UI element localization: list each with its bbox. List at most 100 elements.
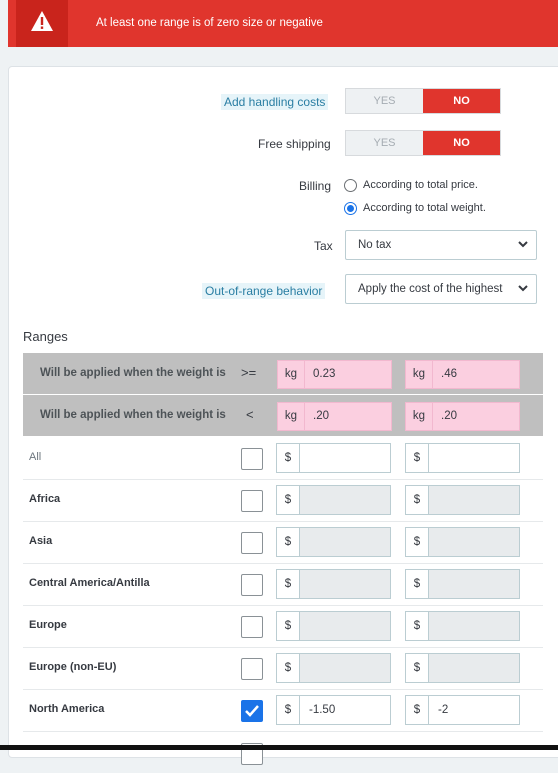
zone-price-input-2[interactable]: $	[405, 653, 520, 683]
zone-row-africa: Africa $ $	[23, 479, 543, 522]
billing-total-price-radio[interactable]	[344, 179, 357, 192]
currency-symbol: $	[406, 444, 429, 472]
currency-symbol: $	[277, 696, 300, 724]
price-value: -2	[438, 704, 449, 716]
zone-row-asia: Asia $ $	[23, 521, 543, 564]
billing-total-price-label[interactable]: According to total price.	[363, 179, 478, 191]
currency-symbol: $	[277, 528, 300, 556]
free-shipping-no-option[interactable]: NO	[423, 131, 500, 155]
chevron-down-icon	[518, 241, 528, 248]
zone-checkbox[interactable]	[241, 658, 263, 680]
range-ge-value-1: 0.23	[313, 368, 336, 380]
out-of-range-select[interactable]: Apply the cost of the highest	[345, 274, 537, 304]
price-field[interactable]	[300, 612, 390, 640]
price-field[interactable]	[429, 612, 519, 640]
range-lt-input-2[interactable]: kg .20	[405, 402, 520, 431]
error-alert: At least one range is of zero size or ne…	[8, 0, 558, 47]
zone-row-partial	[23, 731, 543, 773]
range-lt-value-2: .20	[441, 410, 457, 422]
zone-price-input-2[interactable]: $ -2	[405, 695, 520, 725]
range-ge-row: Will be applied when the weight is >= kg…	[23, 353, 543, 394]
price-field[interactable]	[300, 444, 390, 472]
currency-symbol: $	[277, 444, 300, 472]
range-ge-value-2: .46	[441, 368, 457, 380]
zone-price-input-1[interactable]: $	[276, 653, 391, 683]
zone-checkbox[interactable]	[241, 490, 263, 512]
currency-symbol: $	[406, 528, 429, 556]
ranges-heading: Ranges	[23, 329, 68, 344]
tax-select[interactable]: No tax	[345, 230, 537, 260]
zone-price-input-2[interactable]: $	[405, 527, 520, 557]
price-field[interactable]: -2	[429, 696, 519, 724]
range-ge-input-1[interactable]: kg 0.23	[277, 360, 392, 389]
kg-unit: kg	[406, 403, 433, 430]
zone-name: Central America/Antilla	[29, 577, 150, 589]
zone-price-input-2[interactable]: $	[405, 443, 520, 473]
zone-price-input-1[interactable]: $	[276, 569, 391, 599]
alert-message: At least one range is of zero size or ne…	[96, 17, 323, 29]
kg-unit: kg	[278, 361, 305, 388]
currency-symbol: $	[406, 570, 429, 598]
warning-icon-box	[16, 0, 68, 47]
zone-checkbox[interactable]	[241, 532, 263, 554]
range-lt-value-1: .20	[313, 410, 329, 422]
price-field[interactable]: -1.50	[300, 696, 390, 724]
tax-select-value: No tax	[358, 239, 392, 251]
price-field[interactable]	[300, 570, 390, 598]
zone-row-europe: Europe $ $	[23, 605, 543, 648]
currency-symbol: $	[277, 612, 300, 640]
range-ge-input-2[interactable]: kg .46	[405, 360, 520, 389]
zone-price-input-2[interactable]: $	[405, 485, 520, 515]
zone-checkbox-checked[interactable]	[241, 700, 263, 722]
price-field[interactable]	[300, 654, 390, 682]
price-field[interactable]	[429, 486, 519, 514]
out-of-range-select-value: Apply the cost of the highest	[358, 283, 503, 295]
range-lt-label: Will be applied when the weight is	[40, 409, 226, 421]
zone-price-input-1[interactable]: $	[276, 527, 391, 557]
zone-name: North America	[29, 703, 105, 715]
currency-symbol: $	[406, 612, 429, 640]
handling-no-option[interactable]: NO	[423, 89, 500, 113]
zone-price-input-1[interactable]: $ -1.50	[276, 695, 391, 725]
carrier-settings-panel: Add handling costs YES NO Free shipping …	[8, 66, 558, 765]
zone-name: All	[29, 451, 42, 463]
free-shipping-yes-option[interactable]: YES	[346, 131, 423, 155]
zone-price-input-1[interactable]: $	[276, 443, 391, 473]
zone-name: Asia	[29, 535, 53, 547]
currency-symbol: $	[406, 486, 429, 514]
billing-label: Billing	[299, 179, 332, 193]
zone-checkbox[interactable]	[241, 574, 263, 596]
zone-row-north-america: North America $ -1.50 $ -2	[23, 689, 543, 732]
range-lt-input-1[interactable]: kg .20	[277, 402, 392, 431]
window-bottom-edge	[0, 745, 558, 750]
checkmark-icon	[245, 705, 259, 717]
price-field[interactable]	[300, 528, 390, 556]
kg-unit: kg	[278, 403, 305, 430]
range-lt-row: Will be applied when the weight is < kg …	[23, 395, 543, 436]
price-field[interactable]	[429, 444, 519, 472]
chevron-down-icon	[518, 285, 528, 292]
price-field[interactable]	[429, 654, 519, 682]
zone-price-input-1[interactable]: $	[276, 611, 391, 641]
currency-symbol: $	[277, 570, 300, 598]
range-lt-operator: <	[246, 407, 254, 422]
zone-price-input-2[interactable]: $	[405, 569, 520, 599]
zone-name: Europe	[29, 619, 67, 631]
price-field[interactable]	[429, 528, 519, 556]
zone-row-central-america: Central America/Antilla $ $	[23, 563, 543, 606]
range-ge-label: Will be applied when the weight is	[40, 367, 226, 379]
handling-costs-toggle: YES NO	[345, 88, 501, 114]
zone-checkbox[interactable]	[241, 448, 263, 470]
billing-total-weight-label[interactable]: According to total weight.	[363, 202, 486, 214]
currency-symbol: $	[406, 654, 429, 682]
price-field[interactable]	[300, 486, 390, 514]
price-field[interactable]	[429, 570, 519, 598]
zone-row-europe-non-eu: Europe (non-EU) $ $	[23, 647, 543, 690]
billing-total-weight-radio[interactable]	[344, 202, 357, 215]
handling-costs-label: Add handling costs	[221, 94, 329, 110]
zone-price-input-1[interactable]: $	[276, 485, 391, 515]
free-shipping-label: Free shipping	[258, 137, 331, 151]
handling-yes-option[interactable]: YES	[346, 89, 423, 113]
zone-price-input-2[interactable]: $	[405, 611, 520, 641]
zone-checkbox[interactable]	[241, 616, 263, 638]
